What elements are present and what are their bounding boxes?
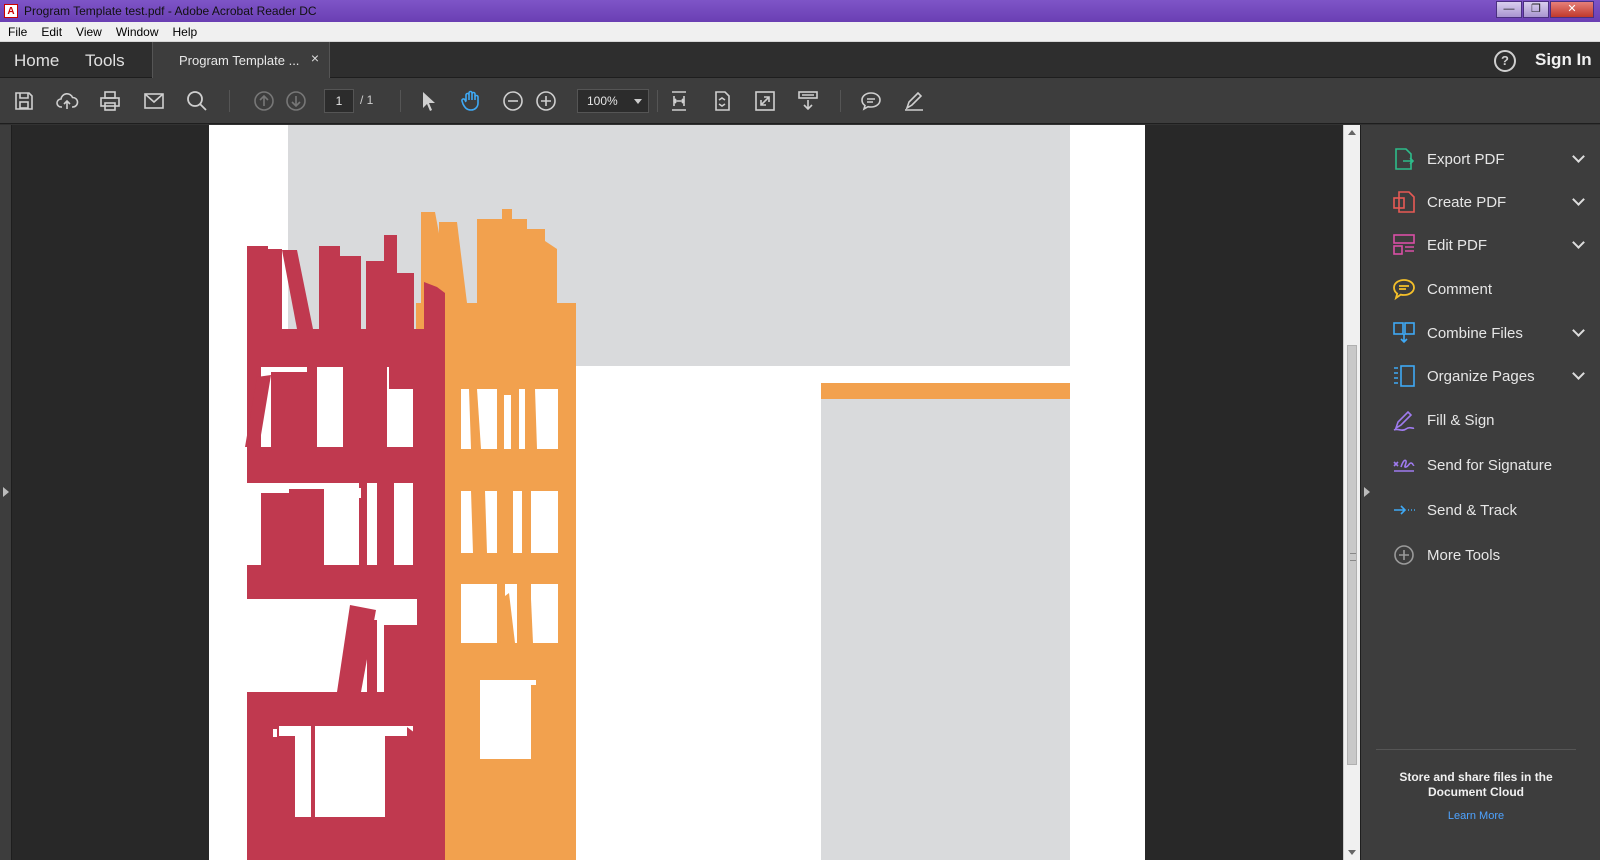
scroll-up-arrow-icon[interactable]: [1348, 130, 1356, 135]
previous-page-icon[interactable]: [251, 88, 277, 114]
tab-bar: Home Tools Program Template ... ×: [0, 42, 1600, 79]
scroll-mode-icon[interactable]: [795, 88, 821, 114]
tool-label: Create PDF: [1427, 193, 1507, 211]
send-signature-icon: [1393, 459, 1415, 472]
toolbar-divider: [229, 90, 230, 112]
expand-left-pane-icon: [3, 487, 9, 497]
window-controls: — ❐ ✕: [1495, 1, 1594, 18]
menu-bar: File Edit View Window Help: [0, 22, 1600, 42]
create-pdf-icon: [1393, 191, 1415, 213]
toolbar-divider: [840, 90, 841, 112]
tool-comment[interactable]: Comment: [1391, 274, 1591, 304]
zoom-level-value: 100%: [587, 94, 618, 108]
page-number-input[interactable]: 1: [324, 89, 354, 113]
search-icon[interactable]: [184, 88, 210, 114]
tool-label: Organize Pages: [1427, 367, 1535, 385]
tab-tools[interactable]: Tools: [85, 51, 125, 71]
tool-send-track[interactable]: Send & Track: [1391, 495, 1591, 525]
save-icon[interactable]: [11, 88, 37, 114]
hand-tool-icon[interactable]: [458, 88, 484, 114]
title-bar: A Program Template test.pdf - Adobe Acro…: [0, 0, 1600, 22]
gray-side-block: [821, 383, 1070, 860]
comment-icon: [1393, 279, 1415, 301]
menu-file[interactable]: File: [8, 25, 27, 39]
comment-tool-icon[interactable]: [858, 88, 884, 114]
chevron-down-icon[interactable]: [1572, 193, 1585, 206]
full-screen-icon[interactable]: [752, 88, 778, 114]
tool-label: Export PDF: [1427, 150, 1505, 168]
page-total: / 1: [360, 93, 374, 107]
close-window-button[interactable]: ✕: [1550, 1, 1594, 18]
export-pdf-icon: [1395, 148, 1415, 170]
more-tools-icon: [1394, 545, 1414, 565]
upload-cloud-icon[interactable]: [54, 88, 80, 114]
zoom-in-icon[interactable]: [533, 88, 559, 114]
pdf-page[interactable]: [209, 125, 1145, 860]
learn-more-link[interactable]: Learn More: [1376, 810, 1576, 822]
highlight-pen-icon[interactable]: [901, 88, 927, 114]
document-tab-label: Program Template ...: [179, 53, 300, 68]
pane-resize-handle[interactable]: [1350, 553, 1356, 561]
window-title: Program Template test.pdf - Adobe Acroba…: [24, 4, 317, 18]
menu-edit[interactable]: Edit: [41, 25, 62, 39]
tool-export-pdf[interactable]: Export PDF: [1391, 144, 1591, 174]
sign-in-button[interactable]: Sign In: [1535, 50, 1592, 70]
zoom-level-select[interactable]: 100%: [577, 89, 649, 113]
next-page-icon[interactable]: [283, 88, 309, 114]
tools-pane: Export PDF Create PDF Edit PDF Comment C…: [1360, 125, 1600, 860]
tool-label: Send for Signature: [1427, 456, 1553, 474]
chevron-down-icon[interactable]: [1572, 367, 1585, 380]
chevron-down-icon[interactable]: [1572, 150, 1585, 163]
collapse-right-pane-icon[interactable]: [1364, 487, 1370, 497]
orange-accent-bar: [821, 383, 1070, 399]
acrobat-app-icon: A: [4, 4, 18, 18]
help-icon[interactable]: ?: [1494, 50, 1516, 72]
send-track-icon: [1394, 505, 1415, 515]
tool-label: Send & Track: [1427, 501, 1518, 519]
zoom-out-icon[interactable]: [500, 88, 526, 114]
tool-label: Combine Files: [1427, 324, 1523, 342]
chevron-down-icon[interactable]: [1572, 324, 1585, 337]
fill-sign-icon: [1393, 410, 1415, 431]
menu-view[interactable]: View: [76, 25, 102, 39]
tool-create-pdf[interactable]: Create PDF: [1391, 187, 1591, 217]
fit-page-icon[interactable]: [709, 88, 735, 114]
document-scrollbar[interactable]: [1343, 125, 1360, 860]
tool-more-tools[interactable]: More Tools: [1391, 540, 1591, 570]
organize-pages-icon: [1394, 365, 1415, 387]
left-pane-toggle[interactable]: [0, 125, 12, 860]
combine-files-icon: [1393, 322, 1415, 344]
scroll-down-arrow-icon[interactable]: [1348, 850, 1356, 855]
close-tab-icon[interactable]: ×: [311, 50, 319, 66]
tool-edit-pdf[interactable]: Edit PDF: [1391, 230, 1591, 260]
restore-button[interactable]: ❐: [1523, 1, 1549, 18]
toolbar: 1 / 1 100%: [0, 78, 1600, 124]
tab-document[interactable]: Program Template ... ×: [152, 42, 330, 79]
document-viewer: [0, 125, 1343, 860]
tool-combine-files[interactable]: Combine Files: [1391, 318, 1591, 348]
minimize-button[interactable]: —: [1496, 1, 1522, 18]
tool-label: Edit PDF: [1427, 236, 1488, 254]
toolbar-divider: [400, 90, 401, 112]
toolbar-divider: [657, 90, 658, 112]
menu-help[interactable]: Help: [173, 25, 198, 39]
edit-pdf-icon: [1393, 234, 1415, 255]
cloud-promo-text: Store and share files in the Document Cl…: [1399, 770, 1553, 799]
chevron-down-icon: [634, 99, 642, 104]
email-icon[interactable]: [141, 88, 167, 114]
print-icon[interactable]: [97, 88, 123, 114]
page-artwork: [245, 125, 1070, 860]
select-cursor-icon[interactable]: [416, 88, 442, 114]
tool-label: More Tools: [1427, 546, 1501, 564]
document-cloud-promo: Store and share files in the Document Cl…: [1376, 749, 1576, 822]
tab-home[interactable]: Home: [14, 51, 59, 71]
chevron-down-icon[interactable]: [1572, 236, 1585, 249]
tool-label: Fill & Sign: [1427, 411, 1495, 429]
tool-label: Comment: [1427, 280, 1493, 298]
tool-organize-pages[interactable]: Organize Pages: [1391, 361, 1591, 391]
tool-send-for-signature[interactable]: Send for Signature: [1391, 450, 1591, 480]
tool-fill-sign[interactable]: Fill & Sign: [1391, 405, 1591, 435]
menu-window[interactable]: Window: [116, 25, 159, 39]
fit-width-icon[interactable]: [666, 88, 692, 114]
